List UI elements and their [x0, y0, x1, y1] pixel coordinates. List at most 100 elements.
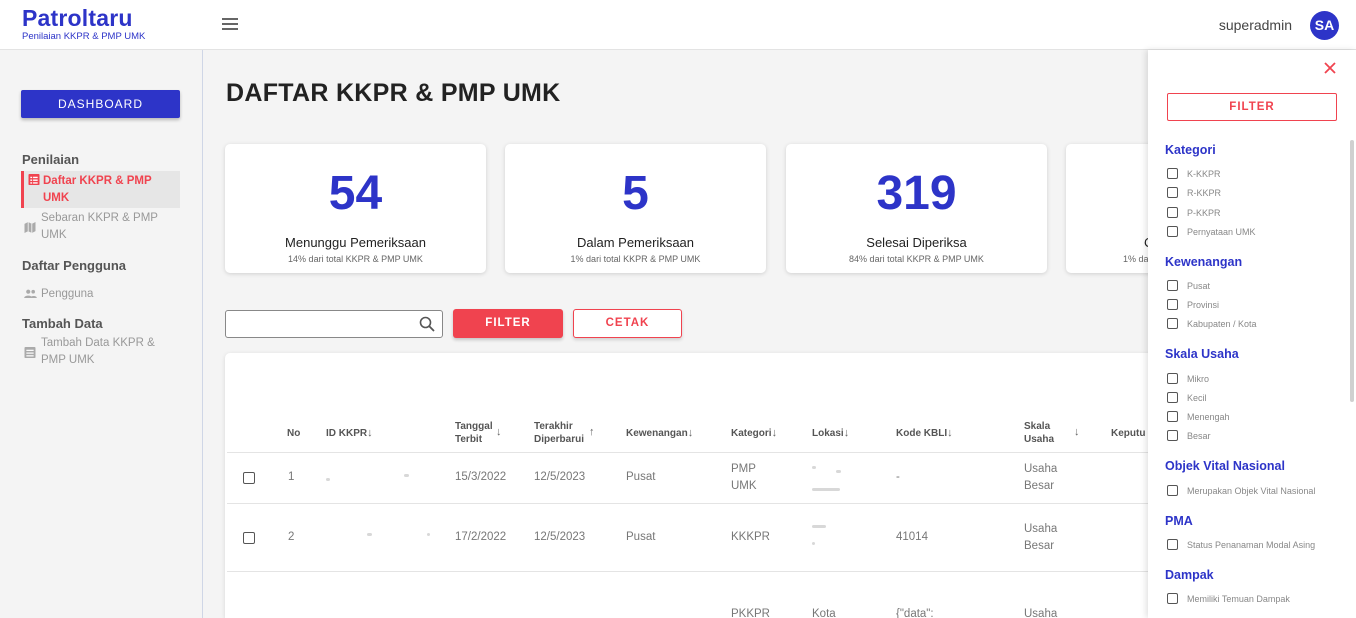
- filter-option-dampak[interactable]: Memiliki Temuan Dampak: [1167, 593, 1290, 605]
- brand-logo[interactable]: Patroltaru Penilaian KKPR & PMP UMK: [22, 5, 145, 42]
- filter-button[interactable]: FILTER: [453, 309, 563, 338]
- cell-kewenangan: Pusat: [626, 471, 656, 483]
- search-field[interactable]: [225, 310, 443, 338]
- checkbox[interactable]: [1167, 226, 1178, 237]
- sidebar-item-label: Daftar KKPR & PMP UMK: [43, 175, 152, 204]
- filter-option-pma[interactable]: Status Penanaman Modal Asing: [1167, 539, 1315, 551]
- checkbox[interactable]: [1167, 485, 1178, 496]
- sidebar-item-label: Sebaran KKPR & PMP UMK: [41, 212, 158, 241]
- users-icon: [24, 289, 37, 298]
- column-header-lokasi[interactable]: Lokasi↓: [812, 427, 849, 440]
- sidebar-item-pengguna[interactable]: Pengguna: [21, 286, 180, 303]
- sidebar-section-tambah-data: Tambah Data: [22, 316, 103, 331]
- row-checkbox[interactable]: [243, 532, 255, 544]
- stat-card-selesai: 319 Selesai Diperiksa 84% dari total KKP…: [786, 144, 1047, 273]
- filter-option-provinsi[interactable]: Provinsi: [1167, 299, 1219, 311]
- search-input[interactable]: [232, 315, 412, 333]
- redacted-id: [404, 474, 409, 477]
- filter-group-kategori: Kategori: [1165, 143, 1216, 157]
- redacted-lokasi: [812, 466, 816, 469]
- cell-terakhir-diperbarui: 12/5/2023: [534, 531, 586, 543]
- cell-kategori: KKKPR: [731, 531, 770, 543]
- stat-value: 54: [328, 167, 383, 220]
- search-icon[interactable]: [419, 316, 435, 332]
- cell-no: 2: [288, 531, 295, 543]
- cell-tanggal-terbit: 17/2/2022: [455, 531, 507, 543]
- filter-option-kecil[interactable]: Kecil: [1167, 392, 1207, 404]
- sidebar-item-tambah-data[interactable]: Tambah Data KKPR & PMP UMK: [21, 335, 180, 369]
- filter-option-mikro[interactable]: Mikro: [1167, 373, 1209, 385]
- checkbox[interactable]: [1167, 168, 1178, 179]
- checkbox[interactable]: [1167, 280, 1178, 291]
- filter-group-dampak: Dampak: [1165, 568, 1214, 582]
- redacted-lokasi: [812, 542, 815, 545]
- sort-down-icon: ↓: [771, 427, 778, 439]
- dashboard-button[interactable]: DASHBOARD: [21, 90, 180, 118]
- redacted-lokasi: [836, 470, 841, 473]
- sort-down-icon: ↓: [947, 427, 953, 439]
- column-header-kode-kbli[interactable]: Kode KBLI↓: [896, 427, 953, 440]
- sort-down-icon: ↓: [687, 427, 694, 439]
- sort-down-icon: ↓: [1074, 426, 1080, 438]
- filter-option-p-kkpr[interactable]: P-KKPR: [1167, 207, 1221, 219]
- filter-option-besar[interactable]: Besar: [1167, 430, 1211, 442]
- sidebar-item-daftar-kkpr[interactable]: Daftar KKPR & PMP UMK: [21, 171, 180, 208]
- column-header-id-kkpr[interactable]: ID KKPR↓: [326, 427, 373, 440]
- column-header-skala-usaha[interactable]: Skala Usaha ↓: [1024, 420, 1080, 446]
- checkbox[interactable]: [1167, 373, 1178, 384]
- user-name[interactable]: superadmin: [1219, 17, 1292, 33]
- checkbox[interactable]: [1167, 318, 1178, 329]
- column-header-kategori[interactable]: Kategori↓: [731, 427, 777, 440]
- table-divider: [227, 452, 1148, 453]
- apply-filter-button[interactable]: FILTER: [1167, 93, 1337, 121]
- checkbox[interactable]: [1167, 207, 1178, 218]
- column-header-tanggal-terbit[interactable]: Tanggal Terbit ↓: [455, 420, 502, 446]
- checkbox[interactable]: [1167, 411, 1178, 422]
- filter-option-objek-vital[interactable]: Merupakan Objek Vital Nasional: [1167, 485, 1315, 497]
- cell-skala-usaha: Usaha Besar: [1024, 523, 1058, 552]
- sidebar-item-sebaran-kkpr[interactable]: Sebaran KKPR & PMP UMK: [21, 210, 180, 244]
- stat-percentage: 14% dari total KKPR & PMP UMK: [288, 254, 423, 264]
- filter-option-kabupaten-kota[interactable]: Kabupaten / Kota: [1167, 318, 1257, 330]
- list-icon: [28, 174, 40, 185]
- redacted-id: [427, 533, 430, 536]
- stat-percentage: 1% dari total KKPR & PMP UMK: [570, 254, 701, 264]
- redacted-lokasi: [812, 488, 840, 491]
- stat-label: Dalam Pemeriksaan: [576, 235, 695, 250]
- menu-toggle-icon[interactable]: [222, 18, 238, 32]
- checkbox[interactable]: [1167, 187, 1178, 198]
- top-bar: Patroltaru Penilaian KKPR & PMP UMK supe…: [0, 0, 1356, 50]
- filter-group-skala-usaha: Skala Usaha: [1165, 347, 1239, 361]
- close-icon[interactable]: [1323, 61, 1337, 75]
- filter-option-menengah[interactable]: Menengah: [1167, 411, 1230, 423]
- checkbox[interactable]: [1167, 392, 1178, 403]
- print-button[interactable]: CETAK: [573, 309, 682, 338]
- checkbox[interactable]: [1167, 299, 1178, 310]
- page-title: DAFTAR KKPR & PMP UMK: [226, 79, 561, 107]
- filter-option-r-kkpr[interactable]: R-KKPR: [1167, 187, 1221, 199]
- checkbox[interactable]: [1167, 430, 1178, 441]
- cell-kode-kbli: -: [896, 471, 900, 483]
- column-header-keputusan[interactable]: Keputu: [1111, 427, 1145, 440]
- column-header-kewenangan[interactable]: Kewenangan↓: [626, 427, 693, 440]
- filter-option-k-kkpr[interactable]: K-KKPR: [1167, 168, 1221, 180]
- checkbox[interactable]: [1167, 539, 1178, 550]
- column-header-no[interactable]: No: [287, 427, 300, 440]
- filter-group-objek-vital: Objek Vital Nasional: [1165, 459, 1285, 473]
- filter-group-kewenangan: Kewenangan: [1165, 255, 1243, 269]
- cell-skala-usaha: Usaha: [1024, 608, 1058, 618]
- sidebar: DASHBOARD: [0, 50, 203, 618]
- sidebar-item-label: Tambah Data KKPR & PMP UMK: [41, 337, 155, 366]
- cell-terakhir-diperbarui: 12/5/2023: [534, 471, 586, 483]
- table-divider: [227, 503, 1148, 504]
- avatar[interactable]: SA: [1310, 11, 1339, 40]
- drawer-scrollbar[interactable]: [1350, 140, 1354, 402]
- filter-option-pusat[interactable]: Pusat: [1167, 280, 1210, 292]
- row-checkbox[interactable]: [243, 472, 255, 484]
- checkbox[interactable]: [1167, 593, 1178, 604]
- sidebar-section-pengguna: Daftar Pengguna: [22, 258, 127, 273]
- stat-percentage: 84% dari total KKPR & PMP UMK: [849, 254, 984, 264]
- filter-option-pernyataan-umk[interactable]: Pernyataan UMK: [1167, 226, 1256, 238]
- redacted-id: [367, 533, 372, 536]
- column-header-terakhir-diperbarui[interactable]: Terakhir Diperbarui ↑: [534, 420, 595, 446]
